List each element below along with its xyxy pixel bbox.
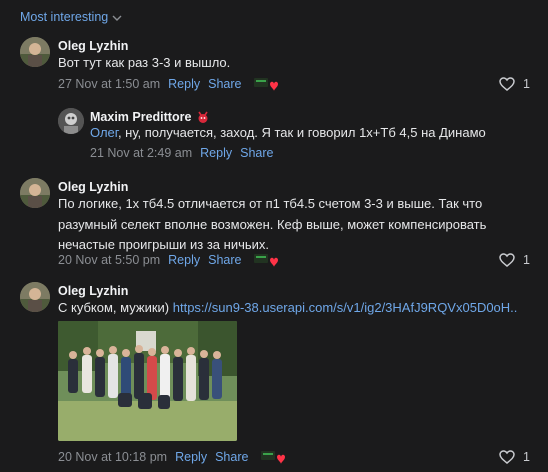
comment-meta: 27 Nov at 1:50 am Reply Share	[58, 76, 279, 92]
share-button[interactable]: Share	[208, 77, 241, 91]
comment-meta: 21 Nov at 2:49 am Reply Share	[90, 146, 273, 160]
comment-author[interactable]: Oleg Lyzhin	[58, 39, 128, 53]
attached-photo[interactable]	[58, 321, 237, 441]
chevron-down-icon	[112, 15, 122, 21]
comment-date[interactable]: 27 Nov at 1:50 am	[58, 77, 160, 91]
comment-text: Олег, ну, получается, заход. Я так и гов…	[90, 123, 486, 144]
comment-author[interactable]: Oleg Lyzhin	[58, 180, 128, 194]
reply-button[interactable]: Reply	[200, 146, 232, 160]
reaction-sticker-icon	[253, 252, 279, 268]
sort-label: Most interesting	[20, 10, 109, 24]
heart-icon	[499, 77, 515, 91]
like-count: 1	[523, 253, 530, 267]
comment-author: Maxim Predittore	[90, 110, 209, 124]
author-name[interactable]: Maxim Predittore	[90, 110, 191, 124]
mention-link[interactable]: Олег	[90, 125, 118, 140]
share-button[interactable]: Share	[208, 253, 241, 267]
comment-body: , ну, получается, заход. Я так и говорил…	[117, 125, 486, 140]
like-count: 1	[523, 450, 530, 464]
comment-meta: 20 Nov at 5:50 pm Reply Share	[58, 252, 279, 268]
like-count: 1	[523, 77, 530, 91]
like-button[interactable]: 1	[499, 77, 530, 91]
comment-text: С кубком, мужики) https://sun9-38.userap…	[58, 298, 528, 319]
reaction-sticker-icon	[260, 449, 286, 465]
like-button[interactable]: 1	[499, 253, 530, 267]
comment-date[interactable]: 20 Nov at 10:18 pm	[58, 450, 167, 464]
comment-author[interactable]: Oleg Lyzhin	[58, 284, 128, 298]
devil-emoji-icon	[198, 111, 209, 123]
share-button[interactable]: Share	[240, 146, 273, 160]
comment-text: По логике, 1х тб4.5 отличается от п1 тб4…	[58, 196, 487, 252]
comment-date[interactable]: 21 Nov at 2:49 am	[90, 146, 192, 160]
reply-button[interactable]: Reply	[175, 450, 207, 464]
reaction-sticker-icon	[253, 76, 279, 92]
comment-date[interactable]: 20 Nov at 5:50 pm	[58, 253, 160, 267]
heart-icon	[499, 450, 515, 464]
heart-icon	[499, 253, 515, 267]
sort-dropdown[interactable]: Most interesting	[20, 10, 122, 24]
attachment-link[interactable]: https://sun9-38.userapi.com/s/v1/ig2/3HA…	[173, 300, 518, 315]
comment-body: С кубком, мужики)	[58, 300, 173, 315]
comment-meta: 20 Nov at 10:18 pm Reply Share	[58, 449, 286, 465]
share-button[interactable]: Share	[215, 450, 248, 464]
reply-button[interactable]: Reply	[168, 253, 200, 267]
comment-text: Вот тут как раз 3-3 и вышло.	[58, 55, 231, 70]
avatar[interactable]	[20, 178, 50, 208]
avatar[interactable]	[20, 37, 50, 67]
avatar[interactable]	[58, 108, 84, 134]
avatar[interactable]	[20, 282, 50, 312]
like-button[interactable]: 1	[499, 450, 530, 464]
reply-button[interactable]: Reply	[168, 77, 200, 91]
